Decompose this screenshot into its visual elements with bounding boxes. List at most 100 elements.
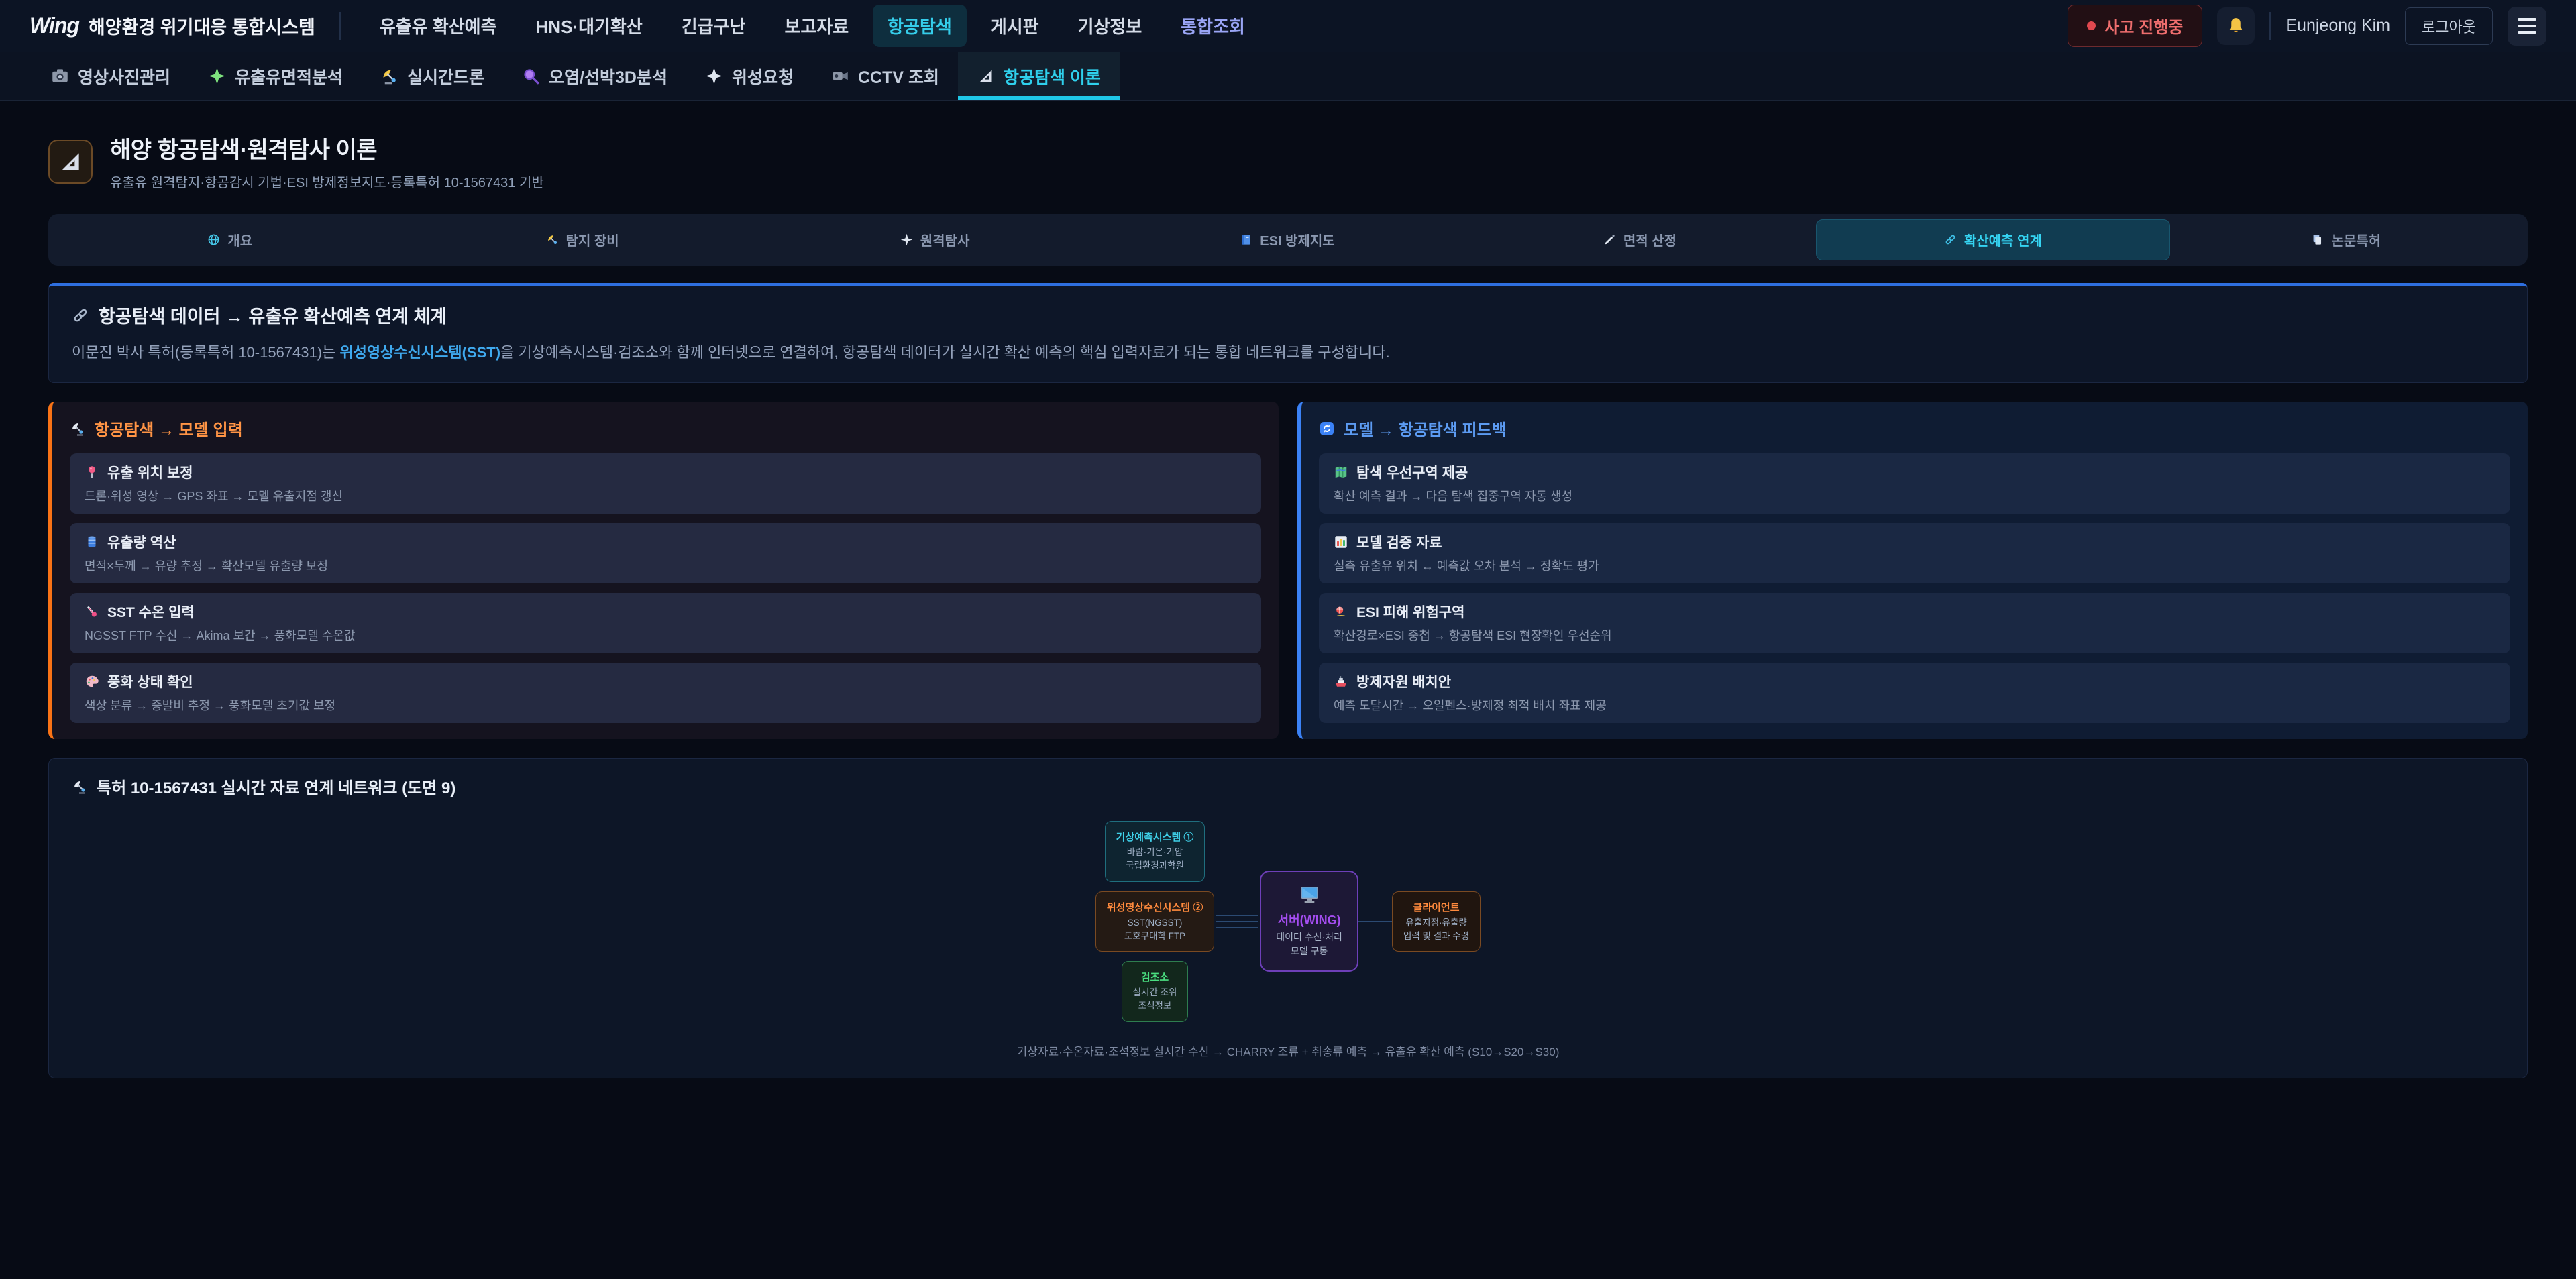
pill-esi-map[interactable]: ESI 방제지도 — [1111, 219, 1463, 260]
patent-network-card: 특허 10-1567431 실시간 자료 연계 네트워크 (도면 9) 기상예측… — [48, 758, 2528, 1078]
star-icon — [705, 67, 723, 85]
pencil-icon — [1603, 233, 1616, 246]
network-connector-triple-line — [1216, 915, 1258, 928]
list-item-esi-hazard-zone: ESI 피해 위험구역 확산경로×ESI 중첩 → 항공탐색 ESI 현장확인 … — [1319, 593, 2510, 653]
subtab-satellite-request[interactable]: 위성요청 — [686, 52, 812, 100]
subtab-cctv-view[interactable]: CCTV 조회 — [812, 52, 958, 100]
page-subtitle: 유출유 원격탐지·항공감시 기법·ESI 방제정보지도·등록특허 10-1567… — [110, 172, 544, 191]
section-pill-bar: 개요 탐지 장비 원격탐사 ESI 방제지도 면적 산정 확산예측 연계 — [48, 214, 2528, 266]
thermometer-icon — [85, 604, 99, 619]
subtab-pollution-ship-3d[interactable]: 오염/선박3D분석 — [503, 52, 686, 100]
star-icon — [900, 233, 913, 246]
sst-system-link[interactable]: 위성영상수신시스템(SST) — [339, 344, 500, 361]
sparkle-icon — [208, 67, 226, 85]
video-camera-icon — [831, 67, 849, 85]
main-menu: 유출유 확산예측 HNS·대기확산 긴급구난 보고자료 항공탐색 게시판 기상정… — [365, 5, 1260, 47]
page-title: 해양 항공탐색·원격탐사 이론 — [110, 131, 544, 164]
menu-item-hns-air-diffusion[interactable]: HNS·대기확산 — [521, 5, 657, 47]
menu-item-board[interactable]: 게시판 — [976, 5, 1054, 47]
page-title-icon-box — [48, 140, 93, 184]
map-icon — [1334, 465, 1348, 480]
nav-divider — [2269, 12, 2271, 40]
magnifier-icon — [522, 67, 540, 85]
satellite-antenna-icon — [380, 67, 398, 85]
notification-bell-button[interactable] — [2217, 7, 2255, 45]
network-source-column: 기상예측시스템 ① 바람·기온·기압국립환경과학원 위성영상수신시스템 ② SS… — [1095, 821, 1214, 1022]
logout-button[interactable]: 로그아웃 — [2405, 7, 2493, 45]
antenna-icon — [70, 421, 86, 437]
subtab-oil-area-analysis[interactable]: 유출유면적분석 — [189, 52, 362, 100]
page-title-block: 해양 항공탐색·원격탐사 이론 유출유 원격탐지·항공감시 기법·ESI 방제정… — [48, 131, 2528, 191]
hazard-zone-icon — [1334, 604, 1348, 619]
menu-item-reports[interactable]: 보고자료 — [769, 5, 863, 47]
hamburger-menu-button[interactable] — [2508, 7, 2546, 46]
model-to-aerial-card-title: 모델 → 항공탐색 피드백 — [1319, 416, 2510, 440]
chart-icon — [1334, 535, 1348, 549]
pill-area-calculation[interactable]: 면적 산정 — [1464, 219, 1816, 260]
barrel-icon — [85, 535, 99, 549]
app-title: 해양환경 위기대응 통합시스템 — [89, 13, 315, 39]
list-item-priority-zone: 탐색 우선구역 제공 확산 예측 결과 → 다음 탐색 집중구역 자동 생성 — [1319, 453, 2510, 514]
pill-diffusion-prediction-link[interactable]: 확산예측 연계 — [1816, 219, 2169, 260]
aerial-to-model-card-title: 항공탐색 → 모델 입력 — [70, 416, 1261, 440]
pill-papers-patents[interactable]: 논문특허 — [2170, 219, 2522, 260]
main-content: 해양 항공탐색·원격탐사 이론 유출유 원격탐지·항공감시 기법·ESI 방제정… — [0, 131, 2576, 1078]
app-logo[interactable]: Wing 해양환경 위기대응 통합시스템 — [30, 13, 315, 39]
menu-item-weather-info[interactable]: 기상정보 — [1063, 5, 1157, 47]
globe-icon — [207, 233, 220, 246]
pin-icon — [85, 465, 99, 480]
incident-badge-label: 사고 진행중 — [2104, 14, 2183, 38]
app-root: Wing 해양환경 위기대응 통합시스템 유출유 확산예측 HNS·대기확산 긴… — [0, 0, 2576, 1279]
palette-icon — [85, 674, 99, 689]
pill-overview[interactable]: 개요 — [54, 219, 406, 260]
camera-icon — [51, 67, 69, 85]
menu-item-aerial-search[interactable]: 항공탐색 — [873, 5, 967, 47]
model-to-aerial-card: 모델 → 항공탐색 피드백 탐색 우선구역 제공 확산 예측 결과 → 다음 탐… — [1297, 402, 2528, 739]
incident-status-badge[interactable]: 사고 진행중 — [2068, 5, 2202, 47]
top-navigation-bar: Wing 해양환경 위기대응 통합시스템 유출유 확산예측 HNS·대기확산 긴… — [0, 0, 2576, 52]
linkage-section-description: 이문진 박사 특허(등록특허 10-1567431)는 위성영상수신시스템(SS… — [72, 341, 2504, 364]
pill-detection-equipment[interactable]: 탐지 장비 — [406, 219, 758, 260]
subtab-realtime-drone[interactable]: 실시간드론 — [362, 52, 503, 100]
node-weather-system: 기상예측시스템 ① 바람·기온·기압국립환경과학원 — [1105, 821, 1205, 882]
list-item-weathering-state: 풍화 상태 확인 색상 분류 → 증발비 추정 → 풍화모델 초기값 보정 — [70, 663, 1261, 723]
list-item-response-resources: 방제자원 배치안 예측 도달시간 → 오일펜스·방제정 최적 배치 좌표 제공 — [1319, 663, 2510, 723]
link-icon — [1944, 233, 1957, 246]
sub-navigation-bar: 영상사진관리 유출유면적분석 실시간드론 오염/선박3D분석 위성요청 CCTV… — [0, 52, 2576, 101]
menu-item-oil-spill-prediction[interactable]: 유출유 확산예측 — [365, 5, 512, 47]
topnav-right-group: 사고 진행중 Eunjeong Kim 로그아웃 — [2068, 5, 2546, 47]
incident-dot-icon — [2087, 21, 2096, 30]
hamburger-icon — [2518, 18, 2536, 21]
triangle-ruler-icon — [58, 149, 83, 174]
user-name: Eunjeong Kim — [2286, 16, 2390, 36]
nav-divider — [339, 12, 341, 40]
aerial-to-model-card: 항공탐색 → 모델 입력 유출 위치 보정 드론·위성 영상 → GPS 좌표 … — [48, 402, 1279, 739]
wing-logo-mark: Wing — [30, 13, 79, 38]
network-caption: 기상자료·수온자료·조석정보 실시간 수신 → CHARRY 조류 + 취송류 … — [72, 1042, 2504, 1059]
documents-icon — [2311, 233, 2324, 246]
monitor-icon — [1299, 884, 1320, 905]
menu-item-integrated-search[interactable]: 통합조회 — [1166, 5, 1260, 47]
list-item-sst-temperature: SST 수온 입력 NGSST FTP 수신 → Akima 보간 → 풍화모델… — [70, 593, 1261, 653]
triangle-ruler-icon — [977, 67, 995, 85]
bell-icon — [2226, 16, 2246, 36]
list-item-model-validation: 모델 검증 자료 실측 유출유 위치 ↔ 예측값 오차 분석 → 정확도 평가 — [1319, 523, 2510, 583]
book-icon — [1240, 233, 1252, 246]
node-client: 클라이언트 유출지점·유출량입력 및 결과 수령 — [1392, 891, 1481, 952]
network-diagram: 기상예측시스템 ① 바람·기온·기압국립환경과학원 위성영상수신시스템 ② SS… — [72, 821, 2504, 1022]
antenna-icon — [72, 779, 88, 795]
node-satellite-receiver: 위성영상수신시스템 ② SST(NGSST)토호쿠대학 FTP — [1095, 891, 1214, 952]
network-connector-line — [1358, 921, 1392, 922]
subtab-aerial-search-theory[interactable]: 항공탐색 이론 — [958, 52, 1120, 100]
linkage-cards-row: 항공탐색 → 모델 입력 유출 위치 보정 드론·위성 영상 → GPS 좌표 … — [48, 402, 2528, 739]
antenna-icon — [546, 233, 559, 246]
pill-remote-sensing[interactable]: 원격탐사 — [759, 219, 1111, 260]
node-wing-server: 서버(WING) 데이터 수신·처리모델 구동 — [1260, 871, 1358, 972]
ship-icon — [1334, 674, 1348, 689]
linkage-overview-section: 항공탐색 데이터 → 유출유 확산예측 연계 체계 이문진 박사 특허(등록특허… — [48, 283, 2528, 383]
menu-item-emergency-rescue[interactable]: 긴급구난 — [667, 5, 761, 47]
subtab-image-photo-management[interactable]: 영상사진관리 — [32, 52, 189, 100]
list-item-spill-location: 유출 위치 보정 드론·위성 영상 → GPS 좌표 → 모델 유출지점 갱신 — [70, 453, 1261, 514]
patent-network-title: 특허 10-1567431 실시간 자료 연계 네트워크 (도면 9) — [72, 775, 2504, 798]
linkage-section-title: 항공탐색 데이터 → 유출유 확산예측 연계 체계 — [72, 302, 2504, 328]
